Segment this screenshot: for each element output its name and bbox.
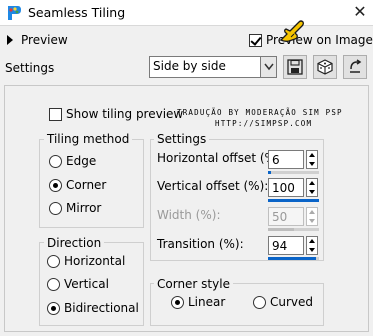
- expand-arrow-icon[interactable]: [7, 35, 13, 45]
- reset-icon: [350, 59, 362, 73]
- close-icon[interactable]: ✕: [350, 2, 370, 22]
- preview-on-image-checkbox[interactable]: [249, 34, 262, 47]
- show-tiling-preview-label[interactable]: Show tiling preview: [66, 107, 183, 121]
- transition-input[interactable]: 94: [268, 236, 304, 255]
- app-icon: [5, 4, 23, 22]
- radio-linear[interactable]: [171, 296, 184, 309]
- width-input: 50: [268, 207, 304, 226]
- width-value: 50: [272, 210, 288, 224]
- radio-bidirectional[interactable]: [47, 302, 60, 315]
- radio-horizontal-label[interactable]: Horizontal: [64, 254, 125, 268]
- radio-edge[interactable]: [49, 155, 62, 168]
- radio-corner[interactable]: [49, 179, 62, 192]
- vertical-offset-value[interactable]: 100: [272, 181, 295, 195]
- randomize-button[interactable]: [313, 55, 337, 79]
- preset-value[interactable]: Side by side: [153, 59, 226, 73]
- settings-group-title: Settings: [154, 132, 210, 146]
- horizontal-offset-input[interactable]: 6: [268, 150, 304, 169]
- window-title: Seamless Tiling: [28, 5, 126, 20]
- preview-toggle-label[interactable]: Preview: [21, 33, 68, 47]
- tiling-method-title: Tiling method: [44, 132, 133, 146]
- radio-vertical-label[interactable]: Vertical: [64, 277, 109, 291]
- radio-linear-label[interactable]: Linear: [188, 295, 225, 309]
- save-preset-button[interactable]: [283, 55, 307, 79]
- radio-bidirectional-label[interactable]: Bidirectional: [64, 301, 139, 315]
- radio-curved-label[interactable]: Curved: [270, 295, 313, 309]
- settings-label: Settings: [5, 61, 55, 75]
- horizontal-offset-value[interactable]: 6: [272, 153, 280, 167]
- direction-title: Direction: [44, 236, 105, 250]
- credit-url: HTTP://SIMPSP.COM: [215, 119, 313, 128]
- chevron-down-icon[interactable]: [260, 57, 276, 77]
- vertical-offset-stepper[interactable]: [306, 178, 318, 197]
- vertical-offset-label: Vertical offset (%):: [157, 179, 269, 193]
- width-slider: [268, 228, 319, 231]
- radio-horizontal[interactable]: [47, 255, 60, 268]
- radio-curved[interactable]: [253, 296, 266, 309]
- radio-edge-label[interactable]: Edge: [66, 154, 96, 168]
- horizontal-offset-stepper[interactable]: [306, 150, 318, 169]
- vertical-offset-slider[interactable]: [268, 199, 319, 202]
- show-tiling-preview-checkbox[interactable]: [49, 108, 62, 121]
- width-label: Width (%):: [157, 208, 221, 222]
- radio-corner-label[interactable]: Corner: [66, 178, 106, 192]
- save-icon: [287, 59, 303, 75]
- radio-mirror[interactable]: [49, 202, 62, 215]
- reset-button[interactable]: [343, 55, 367, 79]
- horizontal-offset-slider[interactable]: [268, 171, 319, 174]
- transition-label: Transition (%):: [157, 237, 244, 251]
- radio-vertical[interactable]: [47, 278, 60, 291]
- corner-style-title: Corner style: [154, 277, 233, 291]
- horizontal-offset-label: Horizontal offset (%):: [157, 151, 285, 165]
- dice-icon: [317, 59, 333, 75]
- transition-value[interactable]: 94: [272, 239, 287, 253]
- vertical-offset-input[interactable]: 100: [268, 178, 304, 197]
- credit-text: TRADUÇÃO BY MODERAÇÃO SIM PSP: [177, 108, 343, 117]
- hand-cursor-icon: [277, 14, 307, 44]
- transition-stepper[interactable]: [306, 236, 318, 255]
- width-stepper: [306, 207, 318, 226]
- transition-slider[interactable]: [268, 257, 319, 260]
- radio-mirror-label[interactable]: Mirror: [66, 201, 101, 215]
